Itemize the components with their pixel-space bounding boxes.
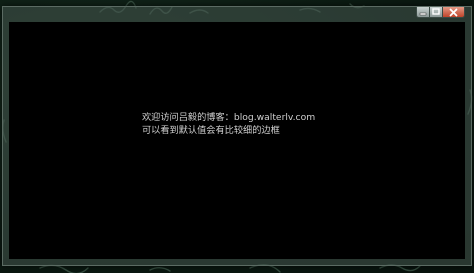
border-description-text: 可以看到默认值会有比较细的边框 [142, 125, 280, 136]
close-icon [449, 8, 458, 16]
content-text: 欢迎访问吕毅的博客：blog.walterlv.com 可以看到默认值会有比较细… [142, 111, 315, 137]
close-button[interactable] [443, 7, 465, 18]
desktop-background: 欢迎访问吕毅的博客：blog.walterlv.com 可以看到默认值会有比较细… [0, 0, 474, 273]
caption-buttons [416, 7, 465, 19]
minimize-button[interactable] [416, 7, 430, 18]
minimize-icon [419, 12, 427, 16]
title-bar[interactable] [3, 7, 471, 21]
window-client-area [9, 22, 465, 259]
welcome-text: 欢迎访问吕毅的博客：blog.walterlv.com [142, 112, 316, 123]
maximize-button[interactable] [430, 7, 443, 18]
maximize-icon [432, 8, 440, 15]
